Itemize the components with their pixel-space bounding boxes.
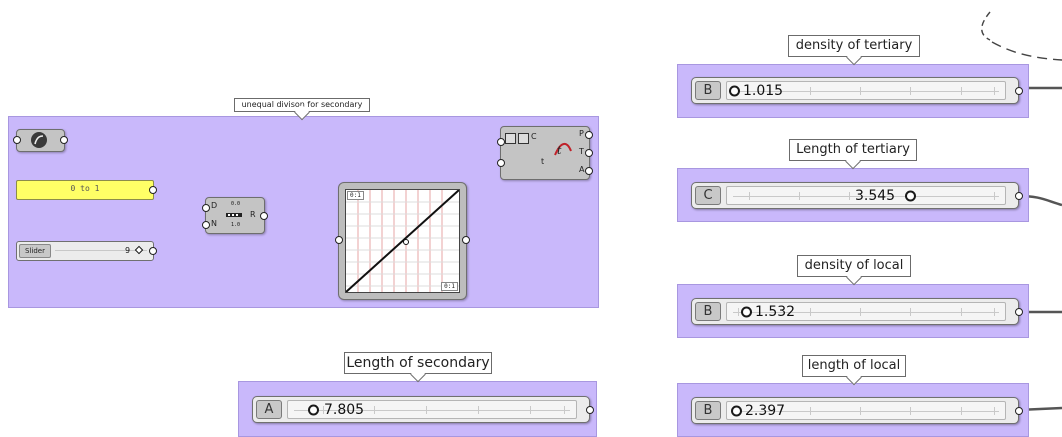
secondary-slider-knob[interactable] xyxy=(308,404,319,415)
divide-port-d[interactable] xyxy=(202,204,210,212)
evaluate-component[interactable]: C t t P T A xyxy=(497,126,593,180)
svg-text:t: t xyxy=(557,144,562,157)
graph-plot xyxy=(345,189,460,293)
eval-port-a[interactable] xyxy=(585,167,593,175)
length-local-slider-value: 2.397 xyxy=(745,402,786,419)
length-local-slider-letter: B xyxy=(695,401,721,420)
domain-panel-text: 0 to 1 xyxy=(70,184,100,193)
density-tertiary-slider-track[interactable]: 1.015 xyxy=(726,81,1006,100)
divide-port-r[interactable] xyxy=(260,212,268,220)
eval-btn-b[interactable] xyxy=(518,133,529,144)
eval-port-c[interactable] xyxy=(497,138,505,146)
count-slider-knob[interactable] xyxy=(134,245,144,255)
secondary-slider[interactable]: A 7.805 xyxy=(252,396,594,423)
domain-panel[interactable]: 0 to 1 xyxy=(16,180,157,200)
divide-mini-top: 0.0 xyxy=(231,201,241,207)
count-slider[interactable]: Slider 9 xyxy=(16,241,157,261)
left-group-label: unequal divison for secondary xyxy=(234,98,370,112)
graph-mapper[interactable]: 0:1 0:1 xyxy=(335,182,470,300)
length-local-slider-track[interactable]: 2.397 xyxy=(726,401,1006,420)
divide-input-n: N xyxy=(211,219,217,228)
eval-input-c: C xyxy=(531,132,537,141)
eval-port-t[interactable] xyxy=(497,159,505,167)
density-tertiary-slider-knob[interactable] xyxy=(729,85,740,96)
graph-tag-bottom: 0:1 xyxy=(441,282,458,291)
length-tertiary-callout: Length of tertiary xyxy=(789,139,917,161)
count-slider-track[interactable] xyxy=(55,250,147,251)
density-local-callout: density of local xyxy=(797,255,911,277)
graph-input[interactable] xyxy=(335,236,343,244)
count-slider-output[interactable] xyxy=(149,247,157,255)
density-local-slider[interactable]: B 1.532 xyxy=(691,298,1023,325)
density-tertiary-slider-value: 1.015 xyxy=(743,82,784,99)
eval-port-p[interactable] xyxy=(585,131,593,139)
density-tertiary-slider-letter: B xyxy=(695,81,721,100)
length-tertiary-slider-output[interactable] xyxy=(1015,192,1023,200)
density-local-slider-value: 1.532 xyxy=(755,303,796,320)
density-local-slider-knob[interactable] xyxy=(741,306,752,317)
divide-input-d: D xyxy=(211,201,218,210)
length-tertiary-slider[interactable]: C 3.545 xyxy=(691,182,1023,209)
curve-param-input[interactable] xyxy=(13,136,21,144)
secondary-slider-value: 7.805 xyxy=(324,401,365,418)
secondary-slider-output[interactable] xyxy=(586,406,594,414)
length-tertiary-slider-knob[interactable] xyxy=(905,190,916,201)
length-local-slider[interactable]: B 2.397 xyxy=(691,397,1023,424)
density-tertiary-callout: density of tertiary xyxy=(788,35,920,57)
density-tertiary-slider[interactable]: B 1.015 xyxy=(691,77,1023,104)
curve-param[interactable] xyxy=(13,129,68,152)
length-local-callout: length of local xyxy=(802,355,906,377)
eval-input-t: t xyxy=(541,157,545,166)
evaluate-icon: t xyxy=(553,139,577,159)
graph-output[interactable] xyxy=(462,236,470,244)
density-local-slider-letter: B xyxy=(695,302,721,321)
divide-port-n[interactable] xyxy=(202,221,210,229)
eval-port-tan[interactable] xyxy=(585,149,593,157)
density-local-slider-track[interactable]: 1.532 xyxy=(726,302,1006,321)
length-local-slider-output[interactable] xyxy=(1015,407,1023,415)
count-slider-label: Slider xyxy=(19,244,51,258)
length-local-slider-knob[interactable] xyxy=(731,405,742,416)
eval-output-t: T xyxy=(579,147,584,156)
length-tertiary-slider-value: 3.545 xyxy=(855,187,896,204)
curve-icon xyxy=(31,132,47,148)
divide-mini-bottom: 1.0 xyxy=(231,222,241,228)
secondary-callout: Length of secondary xyxy=(344,352,492,374)
graph-canvas[interactable]: 0:1 0:1 xyxy=(345,189,460,293)
graph-tag-top: 0:1 xyxy=(347,191,364,200)
domain-panel-output[interactable] xyxy=(149,186,157,194)
length-tertiary-slider-letter: C xyxy=(695,186,721,205)
dashed-wire xyxy=(981,11,1062,61)
secondary-slider-letter: A xyxy=(256,400,282,419)
secondary-slider-track[interactable]: 7.805 xyxy=(287,400,577,419)
density-tertiary-slider-output[interactable] xyxy=(1015,87,1023,95)
eval-btn-a[interactable] xyxy=(505,133,516,144)
length-tertiary-slider-track[interactable]: 3.545 xyxy=(726,186,1006,205)
divide-component[interactable]: D N R 0.0 1.0 xyxy=(202,197,268,234)
eval-output-a: A xyxy=(579,165,585,174)
count-slider-value: 9 xyxy=(125,246,131,255)
curve-param-output[interactable] xyxy=(60,136,68,144)
eval-output-p: P xyxy=(579,129,584,138)
divide-output-r: R xyxy=(250,210,256,219)
density-local-slider-output[interactable] xyxy=(1015,308,1023,316)
